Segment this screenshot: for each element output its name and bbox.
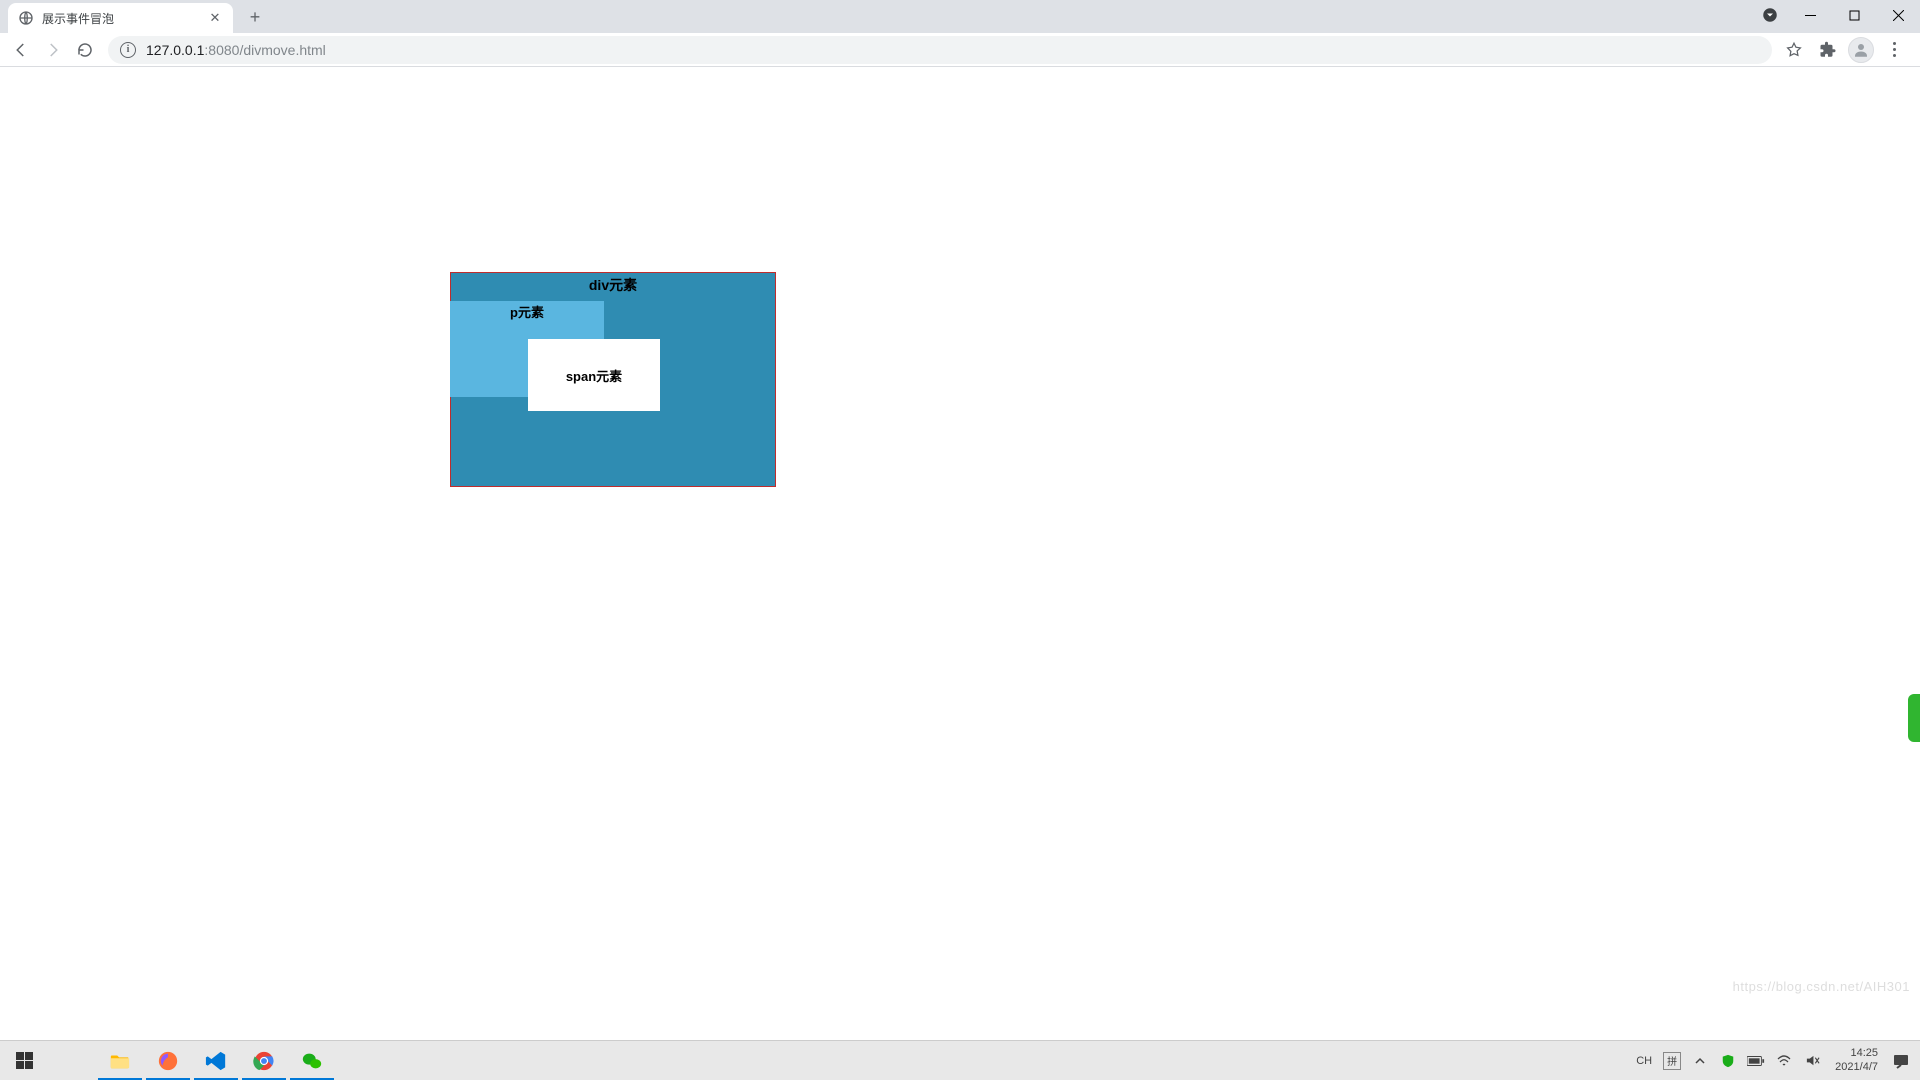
toolbar-right [1780,36,1914,64]
window-controls [1758,0,1920,30]
taskbar-vscode[interactable] [192,1041,240,1080]
ime-pinyin-indicator[interactable]: 拼 [1663,1052,1681,1070]
site-info-icon[interactable]: i [120,42,136,58]
new-tab-button[interactable]: + [241,3,269,31]
page-viewport: div元素 p元素 span元素 https://blog.csdn.net/A… [0,67,1920,1040]
maximize-button[interactable] [1832,0,1876,30]
ime-ch-indicator[interactable]: CH [1635,1055,1653,1067]
account-indicator-icon[interactable] [1758,3,1782,27]
url-text: 127.0.0.1:8080/divmove.html [146,42,326,58]
windows-taskbar: CH 拼 14:25 2021/4/7 [0,1040,1920,1080]
close-icon[interactable]: ✕ [207,10,223,26]
span-label: span元素 [566,366,622,385]
tray-security-icon[interactable] [1719,1054,1737,1068]
tray-notifications-icon[interactable] [1892,1053,1910,1069]
taskbar-chrome[interactable] [240,1041,288,1080]
taskbar-file-explorer[interactable] [96,1041,144,1080]
tray-time-text: 14:25 [1835,1047,1878,1060]
browser-tab[interactable]: 展示事件冒泡 ✕ [8,3,233,33]
globe-icon [18,10,34,26]
minimize-button[interactable] [1788,0,1832,30]
forward-button[interactable] [38,35,68,65]
tray-wifi-icon[interactable] [1775,1053,1793,1069]
browser-toolbar: i 127.0.0.1:8080/divmove.html [0,33,1920,67]
tray-chevron-up-icon[interactable] [1691,1055,1709,1067]
start-button[interactable] [0,1041,48,1080]
tab-bar: 展示事件冒泡 ✕ + [0,0,1920,33]
scrollbar-indicator[interactable] [1908,694,1920,742]
bookmark-star-icon[interactable] [1780,36,1808,64]
tab-title: 展示事件冒泡 [42,10,199,27]
close-window-button[interactable] [1876,0,1920,30]
p-label: p元素 [510,305,544,320]
taskbar-wechat[interactable] [288,1041,336,1080]
reload-button[interactable] [70,35,100,65]
profile-avatar[interactable] [1848,37,1874,63]
div-label: div元素 [589,277,637,293]
demo-span-element[interactable]: span元素 [528,339,660,411]
address-bar[interactable]: i 127.0.0.1:8080/divmove.html [108,36,1772,64]
tray-clock[interactable]: 14:25 2021/4/7 [1831,1047,1882,1073]
tray-date-text: 2021/4/7 [1835,1061,1878,1074]
demo-div-element[interactable]: div元素 p元素 span元素 [450,272,776,487]
system-tray: CH 拼 14:25 2021/4/7 [1625,1041,1920,1080]
browser-chrome: 展示事件冒泡 ✕ + i 127.0.0.1:8080/divmove.html [0,0,1920,67]
tray-battery-icon[interactable] [1747,1055,1765,1067]
taskbar-firefox[interactable] [144,1041,192,1080]
extensions-icon[interactable] [1814,36,1842,64]
search-button[interactable] [48,1041,96,1080]
chrome-menu-icon[interactable] [1880,36,1908,64]
back-button[interactable] [6,35,36,65]
watermark-text: https://blog.csdn.net/AIH301 [1733,979,1910,994]
tray-volume-icon[interactable] [1803,1053,1821,1068]
